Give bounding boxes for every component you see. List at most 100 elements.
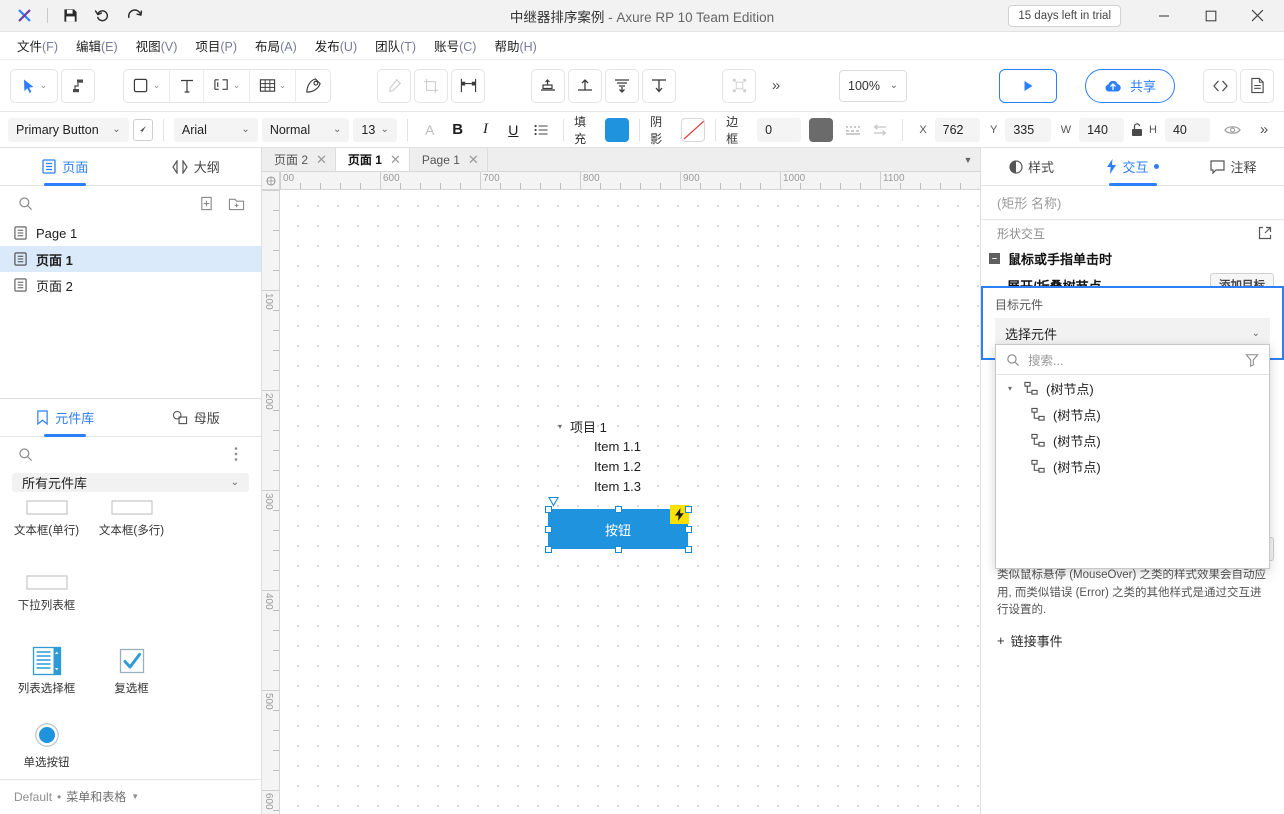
library-item-radiobutton[interactable]: 单选按钮 — [4, 704, 89, 779]
resize-handle-w[interactable] — [544, 525, 552, 533]
design-canvas[interactable]: ▾ 项目 1 Item 1.1 Item 1.2 Item 1.3 按钮 — [280, 190, 980, 814]
italic-button[interactable]: I — [474, 118, 498, 142]
underline-button[interactable]: U — [501, 118, 525, 142]
link-event-button[interactable]: + 链接事件 — [981, 627, 1284, 654]
tab-pages[interactable]: 页面 — [0, 148, 131, 185]
tree-expand-arrow-icon[interactable]: ▾ — [1004, 384, 1016, 393]
x-field[interactable]: 762 — [934, 117, 981, 142]
library-item-tree[interactable]: 树 — [4, 809, 89, 814]
canvas-tabs-dropdown-icon[interactable]: ▼ — [956, 148, 980, 171]
chevron-down-icon[interactable]: ▼ — [131, 792, 139, 801]
tab-widget-library[interactable]: 元件库 — [0, 399, 131, 436]
y-field[interactable]: 335 — [1005, 117, 1051, 142]
menu-item-file[interactable]: 文件(F) — [8, 32, 67, 59]
tree-child-node[interactable]: Item 1.2 — [554, 456, 641, 476]
h-field[interactable]: 40 — [1164, 117, 1211, 142]
chevron-down-icon[interactable]: ⌄ — [279, 80, 287, 91]
bold-button[interactable]: B — [446, 118, 470, 142]
library-select[interactable]: 所有元件库 ⌄ — [12, 473, 249, 492]
tab-interaction[interactable]: 交互 — [1082, 148, 1183, 185]
menu-item-team[interactable]: 团队(T) — [366, 32, 425, 59]
tree-root-node[interactable]: ▾ 项目 1 — [554, 416, 641, 436]
search-icon[interactable] — [14, 192, 36, 214]
page-row-page1-en[interactable]: Page 1 — [0, 220, 261, 246]
line-style-icon[interactable] — [841, 118, 865, 142]
menu-item-view[interactable]: 视图(V) — [127, 32, 187, 59]
add-folder-icon[interactable] — [225, 192, 247, 214]
target-item-tree-child[interactable]: (树节点) — [996, 427, 1269, 453]
canvas-tab-page1-en[interactable]: Page 1 ✕ — [409, 148, 488, 171]
chevron-down-icon[interactable]: ⌄ — [890, 80, 898, 91]
chevron-down-icon[interactable]: ⌄ — [112, 124, 120, 135]
axure-logo-icon[interactable] — [10, 3, 40, 29]
target-element-popover[interactable]: 目标元件 选择元件 ⌄ 搜索... ▾ (树节点) (树节点) (树节点) (树… — [981, 286, 1284, 569]
resize-handle-nw[interactable] — [544, 505, 552, 513]
target-element-dropdown-list[interactable]: 搜索... ▾ (树节点) (树节点) (树节点) (树节点) — [995, 344, 1270, 569]
code-icon[interactable] — [1203, 68, 1237, 103]
pen-tool-icon[interactable] — [296, 70, 330, 102]
menu-item-layout[interactable]: 布局(A) — [246, 32, 306, 59]
align-left-icon[interactable] — [531, 68, 565, 103]
chevron-down-icon[interactable]: ⌄ — [1252, 328, 1260, 339]
tab-style[interactable]: 样式 — [981, 148, 1082, 185]
font-family-select[interactable]: Arial ⌄ — [173, 117, 258, 142]
library-item-textfield[interactable]: 文本框(单行) — [4, 498, 89, 547]
horizontal-ruler[interactable]: 00 600 700 800 900 1000 1100 — [280, 172, 980, 190]
chevron-down-icon[interactable]: ⌄ — [241, 124, 249, 135]
resize-handle-se[interactable] — [684, 545, 692, 553]
resize-handle-sw[interactable] — [544, 545, 552, 553]
target-search-input[interactable]: 搜索... — [1028, 350, 1237, 369]
chevron-down-icon[interactable]: ⌄ — [153, 80, 161, 91]
resize-handle-ne[interactable] — [684, 505, 692, 513]
w-field[interactable]: 140 — [1079, 117, 1125, 142]
tab-outline[interactable]: 大纲 — [131, 148, 262, 185]
library-item-listbox[interactable]: 列表选择框 — [4, 630, 89, 705]
minimize-button[interactable] — [1141, 0, 1186, 32]
text-tool-icon[interactable] — [170, 69, 204, 102]
zoom-select[interactable]: 100% ⌄ — [839, 69, 907, 102]
connector-tool-icon[interactable] — [61, 68, 95, 103]
table-tool-icon[interactable]: ⌄ — [250, 69, 296, 102]
canvas-tab-page2[interactable]: 页面 2 ✕ — [262, 148, 336, 171]
resize-handle-e[interactable] — [684, 525, 692, 533]
canvas-tab-page1-zh[interactable]: 页面 1 ✕ — [335, 148, 410, 171]
font-size-select[interactable]: 13 ⌄ — [353, 117, 397, 142]
search-icon[interactable] — [14, 443, 36, 465]
close-tab-icon[interactable]: ✕ — [316, 152, 327, 168]
shadow-swatch[interactable] — [681, 117, 706, 142]
widget-style-select[interactable]: Primary Button ⌄ — [8, 117, 129, 142]
library-item-checkbox[interactable]: 复选框 — [89, 630, 174, 705]
bullet-list-icon[interactable] — [529, 118, 553, 142]
filter-icon[interactable] — [1245, 353, 1259, 367]
add-page-icon[interactable] — [195, 192, 217, 214]
widget-name-input[interactable]: (矩形 名称) — [981, 186, 1284, 220]
align-top-icon[interactable] — [568, 68, 602, 103]
ruler-origin-icon[interactable] — [262, 172, 280, 190]
arrow-style-icon[interactable] — [869, 118, 893, 142]
menu-item-account[interactable]: 账号(C) — [425, 32, 485, 59]
library-scroll[interactable]: 文本框(单行) 文本框(多行) 下拉列表框 列表选择框 复选框 单选按钮 Def… — [0, 498, 261, 814]
fill-color-swatch[interactable] — [605, 117, 630, 142]
target-item-tree-child[interactable]: (树节点) — [996, 453, 1269, 479]
rectangle-tool-icon[interactable]: ⌄ — [124, 69, 170, 102]
open-external-icon[interactable] — [1258, 226, 1272, 240]
border-width-field[interactable]: 0 — [757, 117, 801, 142]
button-widget[interactable]: 按钮 — [548, 509, 688, 549]
chevron-down-icon[interactable]: ⌄ — [40, 80, 48, 91]
eye-icon[interactable] — [1220, 118, 1244, 142]
select-tool-icon[interactable]: ⌄ — [10, 68, 58, 103]
menu-item-project[interactable]: 项目(P) — [186, 32, 246, 59]
tree-child-node[interactable]: Item 1.1 — [554, 436, 641, 456]
tree-expand-arrow-icon[interactable]: ▾ — [554, 422, 566, 431]
font-weight-select[interactable]: Normal ⌄ — [261, 117, 350, 142]
stylebar-overflow-button[interactable]: » — [1252, 118, 1276, 142]
chevron-down-icon[interactable]: ⌄ — [231, 477, 239, 488]
page-row-page2-zh[interactable]: 页面 2 — [0, 272, 261, 298]
trial-badge[interactable]: 15 days left in trial — [1008, 4, 1121, 27]
undo-icon[interactable] — [87, 3, 117, 29]
tab-notes[interactable]: 注释 — [1183, 148, 1284, 185]
close-tab-icon[interactable]: ✕ — [390, 152, 401, 168]
chevron-down-icon[interactable]: ⌄ — [233, 80, 241, 91]
paragraph-tool-icon[interactable]: ⌄ — [204, 69, 250, 102]
collapse-icon[interactable]: – — [989, 252, 1000, 264]
